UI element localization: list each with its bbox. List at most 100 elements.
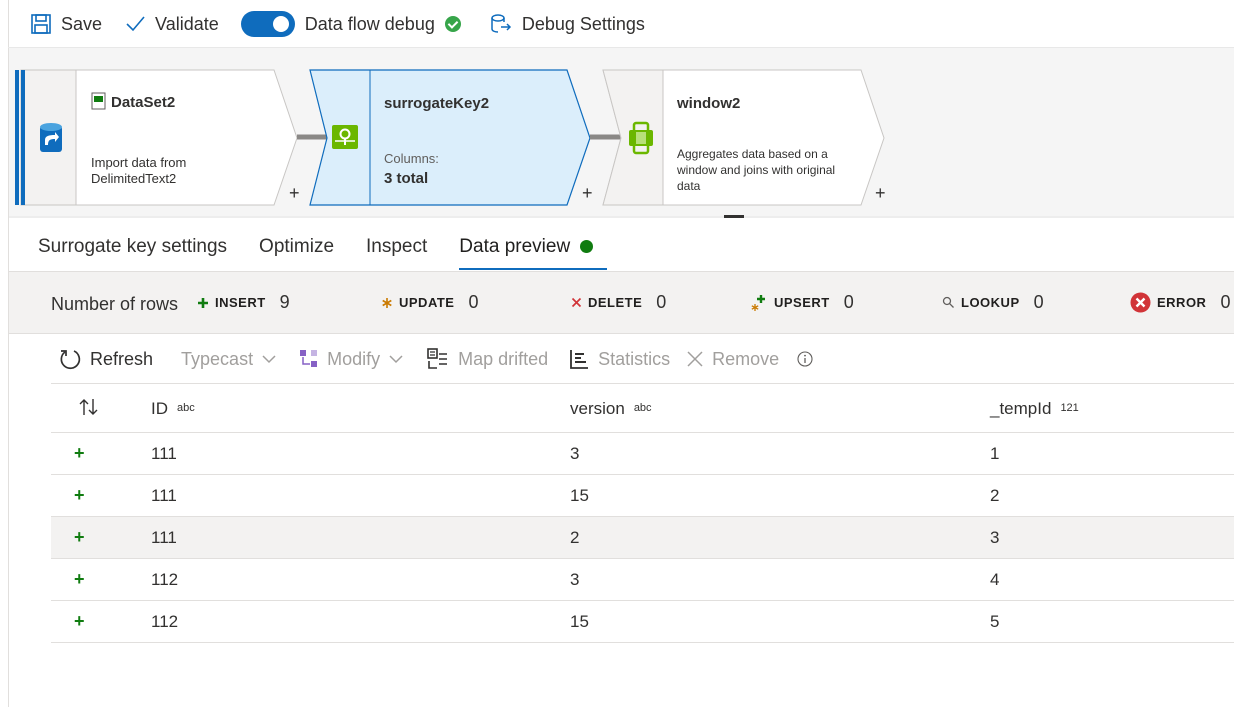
debug-settings-icon (491, 14, 511, 33)
surrogate-key-icon (332, 125, 358, 149)
debug-settings-button[interactable]: Debug Settings (489, 13, 645, 35)
save-button[interactable]: Save (30, 13, 102, 35)
remove-button[interactable]: Remove (686, 349, 779, 370)
data-preview-table: ID abc version abc _tempId 121 + 111 3 1 + … (51, 384, 1234, 643)
error-icon (1130, 292, 1151, 313)
cell-id: 112 (151, 612, 179, 631)
surrogate-columns-value: 3 total (384, 170, 429, 187)
add-transform-button[interactable]: + (289, 184, 300, 202)
cell-id: 111 (151, 486, 177, 505)
insert-row-icon: + (74, 611, 85, 631)
surrogate-node-title: surrogateKey2 (384, 95, 490, 112)
sort-icon[interactable] (78, 384, 100, 432)
typecast-button[interactable]: Typecast (181, 349, 277, 370)
column-type-version: abc (633, 402, 652, 414)
table-row[interactable]: + 111 15 2 (51, 475, 1234, 517)
summary-divider (9, 333, 1234, 334)
row-count-label: Number of rows (51, 294, 179, 314)
cell-id: 111 (151, 528, 177, 547)
refresh-button[interactable]: Refresh (58, 347, 153, 371)
table-row[interactable]: + 112 15 5 (51, 601, 1234, 643)
insert-count: INSERT 9 (197, 292, 290, 313)
insert-row-icon: + (74, 527, 85, 547)
tab-optimize[interactable]: Optimize (259, 236, 334, 270)
asterisk-icon (381, 297, 393, 309)
checkmark-icon (126, 16, 145, 32)
canvas-divider (9, 216, 1234, 218)
column-header-version[interactable]: version abc (570, 384, 652, 433)
info-icon[interactable] (797, 351, 821, 367)
cell-tempid: 4 (990, 570, 1000, 589)
toolbar: Save Validate Data flow debug Debug Sett… (30, 8, 667, 40)
upsert-icon (750, 294, 768, 312)
debug-toggle[interactable] (240, 11, 295, 37)
panel-resize-handle[interactable] (724, 215, 744, 218)
settings-tabs: Surrogate key settings Optimize Inspect … (38, 236, 625, 270)
map-drifted-icon (427, 348, 448, 369)
cell-version: 15 (570, 612, 589, 631)
table-row[interactable]: + 112 3 4 (51, 559, 1234, 601)
table-header: ID abc version abc _tempId 121 (51, 384, 1234, 433)
map-drifted-button[interactable]: Map drifted (426, 347, 548, 371)
validate-button[interactable]: Validate (124, 13, 219, 35)
modify-icon (300, 350, 318, 367)
statistics-button[interactable]: Statistics (568, 348, 670, 370)
window-node-desc-1: Aggregates data based on a (677, 147, 828, 161)
cell-version: 2 (570, 528, 580, 547)
column-header-tempid[interactable]: _tempId 121 (990, 384, 1079, 433)
preview-status-icon (580, 240, 594, 254)
data-flow-debug: Data flow debug (240, 11, 461, 37)
data-flow-canvas[interactable]: DataSet2 Import data from DelimitedText2… (9, 48, 1234, 216)
cell-tempid: 1 (990, 444, 1000, 463)
debug-label: Data flow debug (304, 13, 435, 34)
close-icon (687, 351, 703, 367)
tab-data-preview[interactable]: Data preview (459, 236, 608, 270)
insert-row-icon: + (74, 569, 85, 589)
chevron-down-icon (389, 355, 403, 364)
column-type-id: abc (177, 402, 195, 414)
table-row[interactable]: + 111 3 1 (51, 433, 1234, 475)
save-icon (31, 14, 51, 34)
insert-row-icon: + (74, 443, 85, 463)
cell-tempid: 5 (990, 612, 1000, 631)
dataset-source-icon (40, 123, 62, 152)
modify-button[interactable]: Modify (299, 349, 404, 370)
upsert-count: UPSERT 0 (750, 292, 854, 313)
tab-inspect[interactable]: Inspect (366, 236, 427, 270)
add-transform-button[interactable]: + (582, 184, 593, 202)
flow-graph (15, 69, 885, 206)
cell-id: 111 (151, 444, 177, 463)
debug-settings-label: Debug Settings (521, 13, 645, 34)
cell-version: 15 (570, 486, 589, 505)
error-count: ERROR 0 (1130, 292, 1230, 313)
cell-tempid: 2 (990, 486, 1000, 505)
surrogate-columns-label: Columns: (384, 151, 439, 166)
lookup-count: LOOKUP 0 (942, 292, 1044, 313)
debug-status-icon (444, 16, 461, 32)
preview-action-bar: Refresh Typecast Modify Map drifted Stat… (58, 344, 837, 374)
update-count: UPDATE 0 (381, 292, 479, 313)
delete-count: DELETE 0 (571, 292, 666, 313)
chevron-down-icon (262, 355, 276, 364)
column-header-id[interactable]: ID abc (151, 384, 195, 433)
add-transform-button[interactable]: + (875, 184, 886, 202)
cell-version: 3 (570, 570, 580, 589)
window-node-title: window2 (677, 95, 741, 112)
source-node-title: DataSet2 (111, 94, 176, 111)
refresh-icon (60, 350, 81, 370)
statistics-icon (570, 350, 589, 369)
cell-version: 3 (570, 444, 580, 463)
plus-icon (197, 297, 209, 309)
csv-file-icon (91, 92, 106, 110)
column-type-tempid: 121 (1060, 402, 1079, 414)
source-node-desc-1: Import data from (91, 155, 187, 170)
cell-id: 112 (151, 570, 179, 589)
tab-surrogate-key-settings[interactable]: Surrogate key settings (38, 236, 227, 270)
table-row[interactable]: + 111 2 3 (51, 517, 1234, 559)
save-label: Save (61, 13, 103, 34)
insert-row-icon: + (74, 485, 85, 505)
x-icon (571, 297, 582, 308)
window-node-desc-2: window and joins with original (677, 163, 836, 177)
window-node-desc-3: data (677, 179, 701, 193)
cell-tempid: 3 (990, 528, 1000, 547)
